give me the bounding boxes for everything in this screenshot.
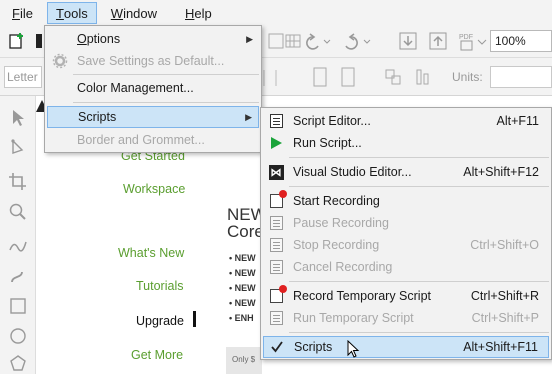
page-size-select[interactable]: Letter [4,66,42,88]
gear-icon [52,53,68,69]
menu-separator [289,332,549,333]
news-bullet: • NEW [229,268,256,278]
units-select[interactable] [490,66,552,88]
redo-icon[interactable] [340,32,374,50]
menu-separator [289,281,549,282]
pdf-dropdown-icon[interactable] [477,38,487,46]
all-pages-icon[interactable] [384,66,404,88]
pick-tool-icon[interactable] [8,108,28,128]
landscape-icon[interactable] [340,66,358,88]
menu-item-options[interactable]: Options ▶ [47,28,259,50]
active-nav-indicator [193,311,196,327]
run-script-icon [268,135,284,151]
import-icon[interactable] [268,32,284,50]
promo-banner[interactable]: Only $ [226,347,262,374]
tools-menu: Options ▶ Save Settings as Default... Co… [44,25,262,153]
checkmark-icon [269,339,285,355]
record-temp-script-icon [268,285,287,304]
news-bullet: • NEW [229,283,256,293]
cancel-recording-icon [268,259,284,275]
polygon-tool-icon[interactable] [8,354,28,374]
mouse-cursor-icon [347,340,360,358]
menu-item-start-recording[interactable]: Start Recording [263,190,549,212]
menu-separator [289,157,549,158]
menu-item-record-temp-script[interactable]: Record Temporary Script Ctrl+Shift+R [263,285,549,307]
nav-whats-new[interactable]: What's New [118,246,184,260]
export-up-icon[interactable] [428,31,448,51]
menu-item-visual-studio-editor[interactable]: ⋈ Visual Studio Editor... Alt+Shift+F12 [263,161,549,183]
visual-studio-icon: ⋈ [268,164,284,180]
rectangle-tool-icon[interactable] [8,296,28,316]
menu-item-script-editor[interactable]: Script Editor... Alt+F11 [263,110,549,132]
ellipse-tool-icon[interactable] [8,326,28,346]
artistic-media-tool-icon[interactable] [8,266,28,286]
news-bullet: • ENH [229,313,254,323]
svg-text:PDF: PDF [459,34,473,41]
freehand-tool-icon[interactable] [8,236,28,256]
menu-item-cancel-recording[interactable]: Cancel Recording [263,256,549,278]
menu-item-scripts-docker[interactable]: Scripts Alt+Shift+F11 [263,336,549,358]
nav-tutorials[interactable]: Tutorials [136,279,183,293]
import-down-icon[interactable] [398,31,418,51]
submenu-arrow-icon: ▶ [246,33,253,44]
scripts-submenu: Script Editor... Alt+F11 Run Script... ⋈… [260,107,552,360]
pause-recording-icon [268,215,284,231]
units-label: Units: [452,70,483,84]
zoom-level-box[interactable]: 100% [490,30,552,52]
start-recording-icon [268,190,287,209]
run-temp-script-icon [268,310,284,326]
stop-recording-icon [268,237,284,253]
menu-item-color-management[interactable]: Color Management... [47,77,259,99]
pdf-icon[interactable]: PDF [458,30,476,52]
menu-separator [289,186,549,187]
new-document-icon[interactable] [8,32,26,50]
news-bullet: • NEW [229,253,256,263]
menu-separator [73,74,259,75]
script-editor-icon [268,113,284,129]
submenu-arrow-icon: ▶ [245,111,252,122]
vertical-guide-icon[interactable] [262,68,278,88]
crop-tool-icon[interactable] [8,172,28,192]
menu-item-stop-recording[interactable]: Stop Recording Ctrl+Shift+O [263,234,549,256]
news-bullet: • NEW [229,298,256,308]
menu-tools[interactable]: Tools [46,2,97,24]
menu-window[interactable]: Window [103,2,165,24]
menu-item-pause-recording[interactable]: Pause Recording [263,212,549,234]
nav-upgrade[interactable]: Upgrade [136,314,184,328]
toolbox [0,96,36,374]
current-page-icon[interactable] [414,66,434,88]
portrait-icon[interactable] [312,66,328,88]
nav-workspace[interactable]: Workspace [123,182,185,196]
menu-item-run-temp-script[interactable]: Run Temporary Script Ctrl+Shift+P [263,307,549,329]
menu-item-save-settings[interactable]: Save Settings as Default... [47,50,259,72]
undo-icon[interactable] [300,32,334,50]
menu-file[interactable]: File [4,2,41,24]
menu-help[interactable]: Help [177,2,220,24]
nav-get-more[interactable]: Get More [131,348,183,362]
menu-item-scripts[interactable]: Scripts ▶ [47,106,259,128]
menu-separator [73,102,259,103]
menu-bar: File Tools Window Help [0,0,552,26]
zoom-tool-icon[interactable] [8,202,28,222]
shape-tool-icon[interactable] [8,138,28,158]
menu-item-run-script[interactable]: Run Script... [263,132,549,154]
menu-item-border-grommet[interactable]: Border and Grommet... [47,129,259,151]
